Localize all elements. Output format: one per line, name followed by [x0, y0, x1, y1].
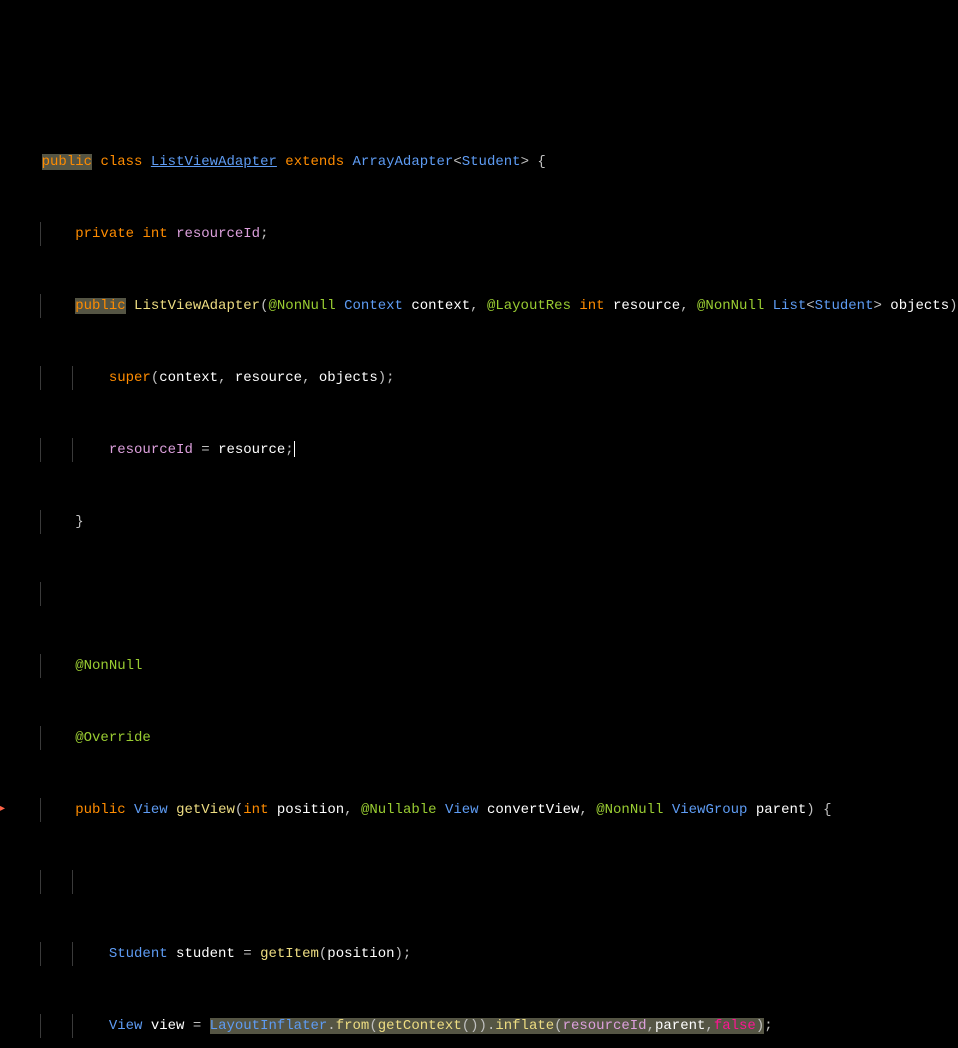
- param-position: position: [277, 802, 344, 818]
- annotation-nonnull: @NonNull: [697, 298, 764, 314]
- field-resourceid: resourceId: [563, 1018, 647, 1034]
- code-line[interactable]: private int resourceId;: [0, 222, 958, 246]
- annotation-nonnull: @NonNull: [268, 298, 335, 314]
- type-view: View: [134, 802, 168, 818]
- keyword-int: int: [243, 802, 268, 818]
- keyword-public: public: [42, 154, 92, 170]
- param-parent: parent: [756, 802, 806, 818]
- arg-resource: resource: [235, 370, 302, 386]
- field-resourceid: resourceId: [176, 226, 260, 242]
- code-line[interactable]: View view = LayoutInflater.from(getConte…: [0, 1014, 958, 1038]
- param-context: context: [411, 298, 470, 314]
- annotation-nonnull: @NonNull: [75, 658, 142, 674]
- var-resource: resource: [218, 442, 285, 458]
- code-line[interactable]: @Override: [0, 726, 958, 750]
- type-arrayadapter: ArrayAdapter: [353, 154, 454, 170]
- method-inflate: inflate: [495, 1018, 554, 1034]
- code-line[interactable]: @NonNull: [0, 654, 958, 678]
- var-view: view: [151, 1018, 185, 1034]
- type-layoutinflater: LayoutInflater: [210, 1018, 328, 1034]
- type-generic: Student: [462, 154, 521, 170]
- arg-parent: parent: [655, 1018, 705, 1034]
- arg-context: context: [159, 370, 218, 386]
- type-view: View: [109, 1018, 143, 1034]
- keyword-public: public: [75, 802, 125, 818]
- constructor-name: ListViewAdapter: [134, 298, 260, 314]
- keyword-private: private: [75, 226, 134, 242]
- annotation-override: @Override: [75, 730, 151, 746]
- type-student: Student: [815, 298, 874, 314]
- type-context: Context: [344, 298, 403, 314]
- param-resource: resource: [613, 298, 680, 314]
- keyword-super: super: [109, 370, 151, 386]
- method-getitem: getItem: [260, 946, 319, 962]
- code-line[interactable]: Student student = getItem(position);: [0, 942, 958, 966]
- keyword-public: public: [75, 298, 125, 314]
- class-name: ListViewAdapter: [151, 154, 277, 170]
- type-list: List: [773, 298, 807, 314]
- arg-position: position: [327, 946, 394, 962]
- code-line[interactable]: public class ListViewAdapter extends Arr…: [0, 150, 958, 174]
- code-line[interactable]: ▸ public View getView(int position, @Nul…: [0, 798, 958, 822]
- annotation-nullable: @Nullable: [361, 802, 437, 818]
- code-line[interactable]: super(context, resource, objects);: [0, 366, 958, 390]
- param-convertview: convertView: [487, 802, 579, 818]
- code-line[interactable]: public ListViewAdapter(@NonNull Context …: [0, 294, 958, 318]
- type-student: Student: [109, 946, 168, 962]
- arg-objects: objects: [319, 370, 378, 386]
- keyword-int: int: [579, 298, 604, 314]
- code-line[interactable]: [0, 582, 958, 606]
- code-line[interactable]: resourceId = resource;: [0, 438, 958, 462]
- code-line[interactable]: [0, 870, 958, 894]
- method-getview: getView: [176, 802, 235, 818]
- type-view: View: [445, 802, 479, 818]
- keyword-class: class: [100, 154, 142, 170]
- type-viewgroup: ViewGroup: [672, 802, 748, 818]
- param-objects: objects: [890, 298, 949, 314]
- gutter-marker-icon[interactable]: ▸: [0, 798, 5, 822]
- keyword-extends: extends: [285, 154, 344, 170]
- text-cursor: [294, 441, 295, 457]
- method-from: from: [336, 1018, 370, 1034]
- field-resourceid: resourceId: [109, 442, 193, 458]
- literal-false: false: [714, 1018, 756, 1034]
- annotation-layoutres: @LayoutRes: [487, 298, 571, 314]
- method-getcontext: getContext: [378, 1018, 462, 1034]
- var-student: student: [176, 946, 235, 962]
- code-line[interactable]: }: [0, 510, 958, 534]
- keyword-int: int: [142, 226, 167, 242]
- code-editor[interactable]: public class ListViewAdapter extends Arr…: [0, 102, 958, 1048]
- annotation-nonnull: @NonNull: [596, 802, 663, 818]
